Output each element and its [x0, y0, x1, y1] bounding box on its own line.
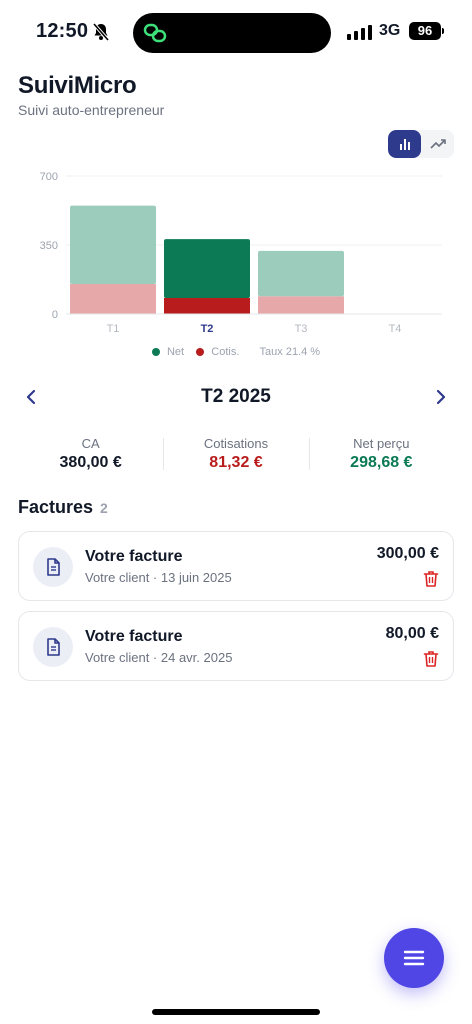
y-tick-label: 0 — [52, 309, 58, 321]
invoice-title: Votre facture — [85, 548, 183, 565]
invoice-amount: 300,00 € — [376, 545, 439, 562]
status-bar: 12:50 3G 96 — [0, 0, 472, 64]
invoice-icon-wrap — [33, 547, 73, 587]
document-icon — [47, 558, 60, 576]
trash-icon[interactable] — [423, 650, 439, 668]
battery-tip — [442, 28, 444, 34]
trend-line-icon — [429, 139, 446, 149]
app-title: SuiviMicro — [18, 72, 137, 99]
summary-cotisations-value: 81,32 € — [209, 454, 263, 471]
invoice-icon-wrap — [33, 627, 73, 667]
battery-icon: 96 — [409, 22, 441, 40]
y-tick-label: 350 — [40, 240, 58, 252]
summary-ca-value: 380,00 € — [59, 454, 122, 471]
summary-cotisations-label: Cotisations — [203, 436, 269, 451]
bar-cotisations-t3 — [258, 296, 344, 314]
invoice-card[interactable]: Votre facture Votre client · 24 avr. 202… — [18, 611, 454, 681]
legend-net-label: Net — [166, 346, 185, 359]
chart-type-toggle — [388, 130, 454, 158]
bell-muted-icon — [92, 22, 110, 42]
period-summary: CA 380,00 € Cotisations 81,32 € Net perç… — [18, 436, 454, 476]
legend-cotis-swatch — [196, 348, 205, 357]
legend-net-swatch — [151, 348, 160, 357]
chevron-right-icon — [436, 389, 446, 405]
invoice-card[interactable]: Votre facture Votre client · 13 juin 202… — [18, 531, 454, 601]
summary-ca-label: CA — [81, 436, 100, 451]
bar-net-t2 — [164, 239, 250, 298]
invoice-client-date: Votre client · 24 avr. 2025 — [85, 650, 233, 665]
next-period-button[interactable] — [430, 386, 452, 408]
app-subtitle: Suivi auto-entrepreneur — [18, 102, 165, 118]
bar-chart-icon — [399, 139, 410, 150]
signal-icon — [347, 24, 373, 40]
dynamic-island — [133, 13, 331, 53]
home-indicator — [152, 1009, 320, 1015]
chart-legend: Net Cotis. Taux 21.4 % — [0, 346, 472, 358]
menu-fab-button[interactable] — [384, 928, 444, 988]
trash-icon[interactable] — [423, 570, 439, 588]
menu-icon — [403, 950, 425, 966]
x-tick-label: T2 — [201, 323, 214, 335]
bar-net-t3 — [258, 250, 344, 297]
battery-level: 96 — [417, 23, 433, 38]
bar-chart-toggle[interactable] — [388, 130, 421, 158]
period-title: T2 2025 — [201, 386, 271, 407]
status-time: 12:50 — [36, 20, 89, 42]
invoice-amount: 80,00 € — [385, 625, 439, 642]
bar-net-t1 — [70, 205, 156, 285]
document-icon — [47, 638, 60, 656]
summary-net-label: Net perçu — [353, 436, 410, 451]
bar-cotisations-t2 — [164, 297, 250, 314]
legend-rate-label: Taux 21.4 % — [259, 346, 321, 359]
y-tick-label: 700 — [40, 171, 58, 183]
invoice-title: Votre facture — [85, 628, 183, 645]
invoices-title: Factures — [18, 497, 94, 517]
network-type: 3G — [379, 22, 401, 39]
summary-net: Net perçu 298,68 € — [308, 436, 454, 476]
summary-net-value: 298,68 € — [350, 454, 413, 471]
x-tick-label: T4 — [389, 323, 402, 335]
x-tick-label: T3 — [295, 323, 308, 335]
summary-ca: CA 380,00 € — [18, 436, 163, 476]
legend-cotis-label: Cotis. — [211, 346, 240, 359]
link-logo-icon — [143, 23, 167, 43]
x-tick-label: T1 — [107, 323, 120, 335]
bar-cotisations-t1 — [70, 284, 156, 314]
line-chart-toggle[interactable] — [421, 130, 454, 158]
invoices-count: 2 — [100, 500, 108, 516]
invoice-client-date: Votre client · 13 juin 2025 — [85, 570, 232, 585]
quarterly-bar-chart: 0 350 700 T1 T2 T3 T4 — [40, 171, 442, 335]
summary-cotisations: Cotisations 81,32 € — [163, 436, 308, 476]
